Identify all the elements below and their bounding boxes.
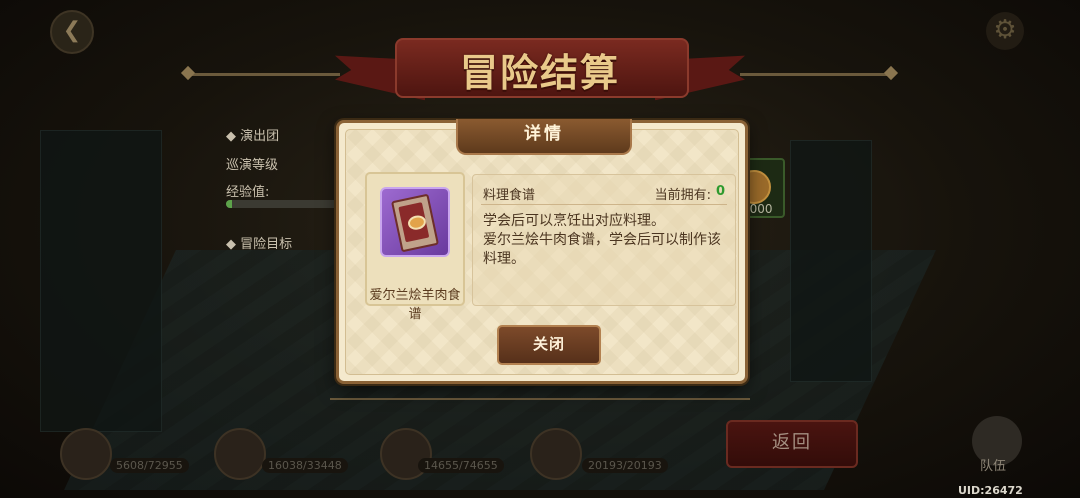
item-description-box: 料理食谱 当前拥有: 0 学会后可以烹饪出对应料理。 爱尔兰烩牛肉食谱，学会后可… [472, 174, 736, 306]
member-stat: 5608/72955 [110, 458, 189, 473]
item-description: 学会后可以烹饪出对应料理。 爱尔兰烩牛肉食谱，学会后可以制作该料理。 [483, 212, 727, 269]
adventure-goal-label: ◆ 冒险目标 [226, 237, 293, 252]
description-line-2: 爱尔兰烩牛肉食谱，学会后可以制作该料理。 [483, 232, 721, 267]
banner-line-left [190, 73, 340, 76]
item-name: 爱尔兰烩羊肉食谱 [369, 288, 461, 322]
description-line-1: 学会后可以烹饪出对应料理。 [483, 213, 665, 229]
member-avatar[interactable] [530, 428, 582, 480]
dialog-body: 爱尔兰烩羊肉食谱 料理食谱 当前拥有: 0 学会后可以烹饪出对应料理。 爱尔兰烩… [345, 129, 739, 375]
exp-label: 经验值: [226, 185, 270, 200]
item-icon-frame [380, 187, 450, 257]
background-shelf-left [40, 130, 162, 432]
member-stat: 16038/33448 [262, 458, 348, 473]
book-cover [398, 202, 430, 243]
dialog-title: 详情 [524, 124, 564, 144]
divider-line [330, 398, 750, 400]
dialog-header: 详情 [456, 119, 632, 155]
item-type: 料理食谱 [483, 188, 536, 203]
banner-line-right [740, 73, 890, 76]
gear-icon: ⚙ [993, 15, 1017, 45]
member-avatar[interactable] [214, 428, 266, 480]
exp-progress-bar [226, 200, 341, 208]
dish-icon [406, 213, 428, 232]
close-button[interactable]: 关闭 [497, 325, 601, 365]
owned-value: 0 [715, 184, 725, 199]
member-stat: 14655/74655 [418, 458, 504, 473]
troupe-label: ◆ 演出团 [226, 129, 280, 144]
member-stat: 20193/20193 [582, 458, 668, 473]
return-button[interactable]: 返回 [726, 420, 858, 468]
item-card: 爱尔兰烩羊肉食谱 [365, 172, 465, 322]
banner-diamond-right [883, 65, 899, 81]
tour-level-label: 巡演等级 [226, 158, 279, 173]
uid-label: UID:26472 [958, 484, 1023, 497]
exp-progress-fill [226, 200, 232, 208]
recipe-book-icon [391, 193, 439, 253]
back-arrow-icon: ❮ [62, 18, 82, 43]
owned-label: 当前拥有: [654, 188, 711, 203]
member-avatar[interactable] [60, 428, 112, 480]
background-shelf-right [790, 140, 872, 382]
banner-diamond-left [180, 65, 196, 81]
team-label: 队伍 [980, 459, 1007, 474]
adventure-settlement-screen: ❮ ⚙ 冒险结算 ◆ 演出团 巡演等级 经验值: ◆ 冒险目标 3000 560… [0, 0, 1080, 498]
title-banner: 冒险结算 [335, 32, 745, 104]
description-divider [481, 204, 727, 205]
page-title: 冒险结算 [459, 51, 620, 95]
back-button[interactable]: ❮ [50, 10, 94, 54]
detail-dialog: 爱尔兰烩羊肉食谱 料理食谱 当前拥有: 0 学会后可以烹饪出对应料理。 爱尔兰烩… [336, 119, 748, 384]
settings-button[interactable]: ⚙ [986, 12, 1024, 50]
